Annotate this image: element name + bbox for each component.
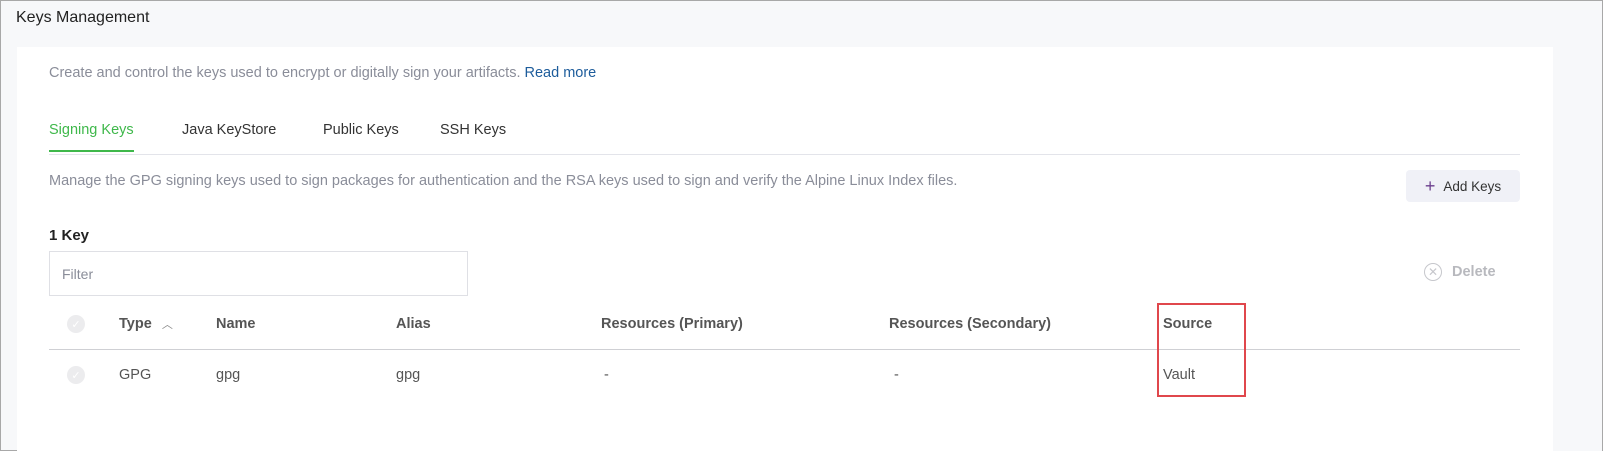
- read-more-link[interactable]: Read more: [525, 65, 597, 81]
- keys-management-panel: Keys Management Create and control the k…: [0, 0, 1603, 451]
- table-row[interactable]: ✓ GPG gpg gpg - - Vault: [49, 351, 1520, 401]
- tab-ssh-keys[interactable]: SSH Keys: [440, 122, 506, 138]
- row-checkbox[interactable]: ✓: [67, 366, 85, 384]
- cell-resources-secondary: -: [894, 367, 899, 383]
- tab-signing-keys[interactable]: Signing Keys: [49, 122, 134, 152]
- description: Create and control the keys used to encr…: [49, 65, 596, 81]
- content-card: Create and control the keys used to encr…: [17, 47, 1553, 451]
- column-resources-secondary[interactable]: Resources (Secondary): [889, 316, 1051, 332]
- column-type-label: Type: [119, 316, 152, 332]
- tab-bar: Signing Keys Java KeyStore Public Keys S…: [49, 111, 1520, 155]
- cell-name: gpg: [216, 367, 241, 383]
- right-gutter: [1553, 47, 1602, 451]
- delete-label: Delete: [1452, 264, 1496, 280]
- plus-icon: +: [1424, 175, 1436, 196]
- key-count: 1 Key: [49, 227, 90, 244]
- column-type[interactable]: Type ︿: [119, 316, 173, 332]
- sort-asc-icon: ︿: [161, 319, 173, 331]
- tab-description: Manage the GPG signing keys used to sign…: [49, 173, 958, 189]
- select-all-checkbox[interactable]: ✓: [67, 315, 85, 333]
- add-keys-button[interactable]: + Add Keys: [1406, 170, 1520, 202]
- tab-java-keystore[interactable]: Java KeyStore: [182, 122, 276, 138]
- description-text: Create and control the keys used to encr…: [49, 65, 521, 81]
- page-title: Keys Management: [16, 9, 150, 26]
- close-circle-icon: ✕: [1424, 263, 1442, 281]
- cell-resources-primary: -: [604, 367, 609, 383]
- filter-input[interactable]: [49, 251, 468, 296]
- cell-alias: gpg: [396, 367, 421, 383]
- tab-public-keys[interactable]: Public Keys: [323, 122, 399, 138]
- column-resources-primary[interactable]: Resources (Primary): [601, 316, 743, 332]
- delete-button[interactable]: ✕ Delete: [1424, 263, 1496, 281]
- highlight-box: [1157, 303, 1246, 397]
- column-alias[interactable]: Alias: [396, 316, 431, 332]
- table-header: ✓ Type ︿ Name Alias Resources (Primary) …: [49, 300, 1520, 350]
- column-name[interactable]: Name: [216, 316, 256, 332]
- add-keys-label: Add Keys: [1443, 178, 1502, 194]
- cell-type: GPG: [119, 367, 152, 383]
